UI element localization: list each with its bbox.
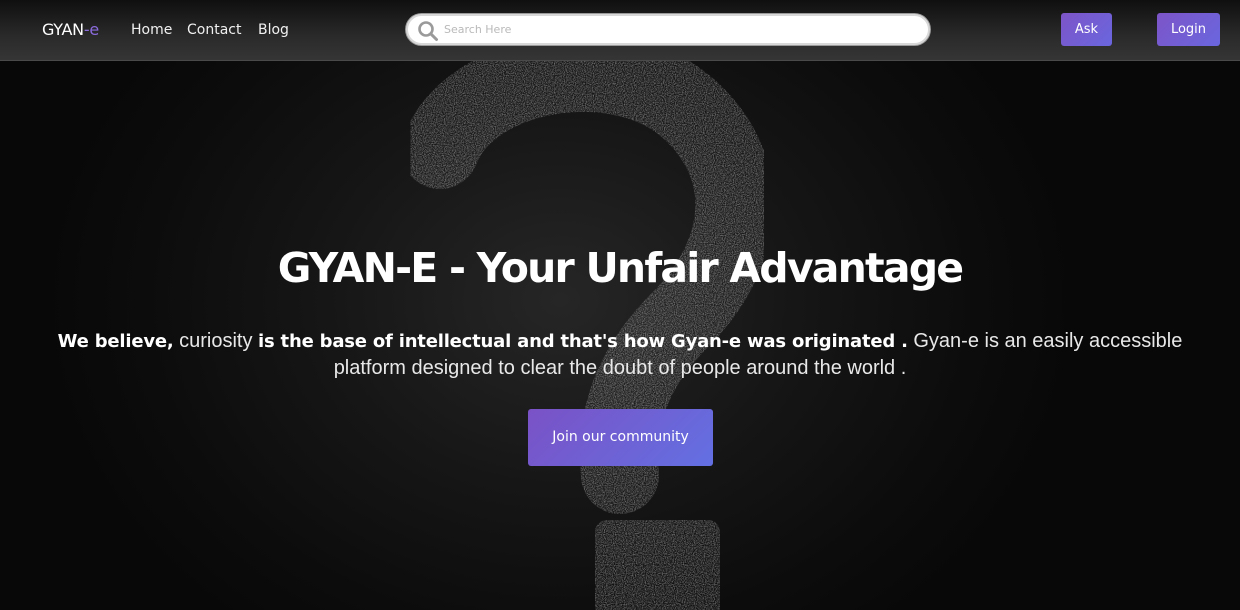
hero-title: GYAN-E - Your Unfair Advantage <box>277 244 964 292</box>
ask-button[interactable]: Ask <box>1061 13 1112 46</box>
nav-link-blog[interactable]: Blog <box>258 19 289 41</box>
brand-logo[interactable]: GYAN-e <box>42 19 99 41</box>
brand-main: GYAN <box>42 20 84 39</box>
desc-bold-2: is the base of intellectual and that's h… <box>258 331 908 352</box>
nav-link-contact[interactable]: Contact <box>187 19 241 41</box>
navbar: GYAN-e Home Contact Blog Ask Login <box>0 0 1240 61</box>
search-icon[interactable] <box>417 20 439 42</box>
question-mark-icon <box>401 34 774 610</box>
brand-accent: -e <box>83 20 99 39</box>
desc-plain-1: curiosity <box>173 330 258 352</box>
login-button[interactable]: Login <box>1157 13 1220 46</box>
hero-description: We believe, curiosity is the base of int… <box>20 328 1220 381</box>
search-bar <box>406 14 930 45</box>
nav-link-home[interactable]: Home <box>131 19 172 41</box>
search-input[interactable] <box>444 16 914 43</box>
join-community-button[interactable]: Join our community <box>528 409 713 466</box>
desc-bold-1: We believe, <box>57 331 174 352</box>
